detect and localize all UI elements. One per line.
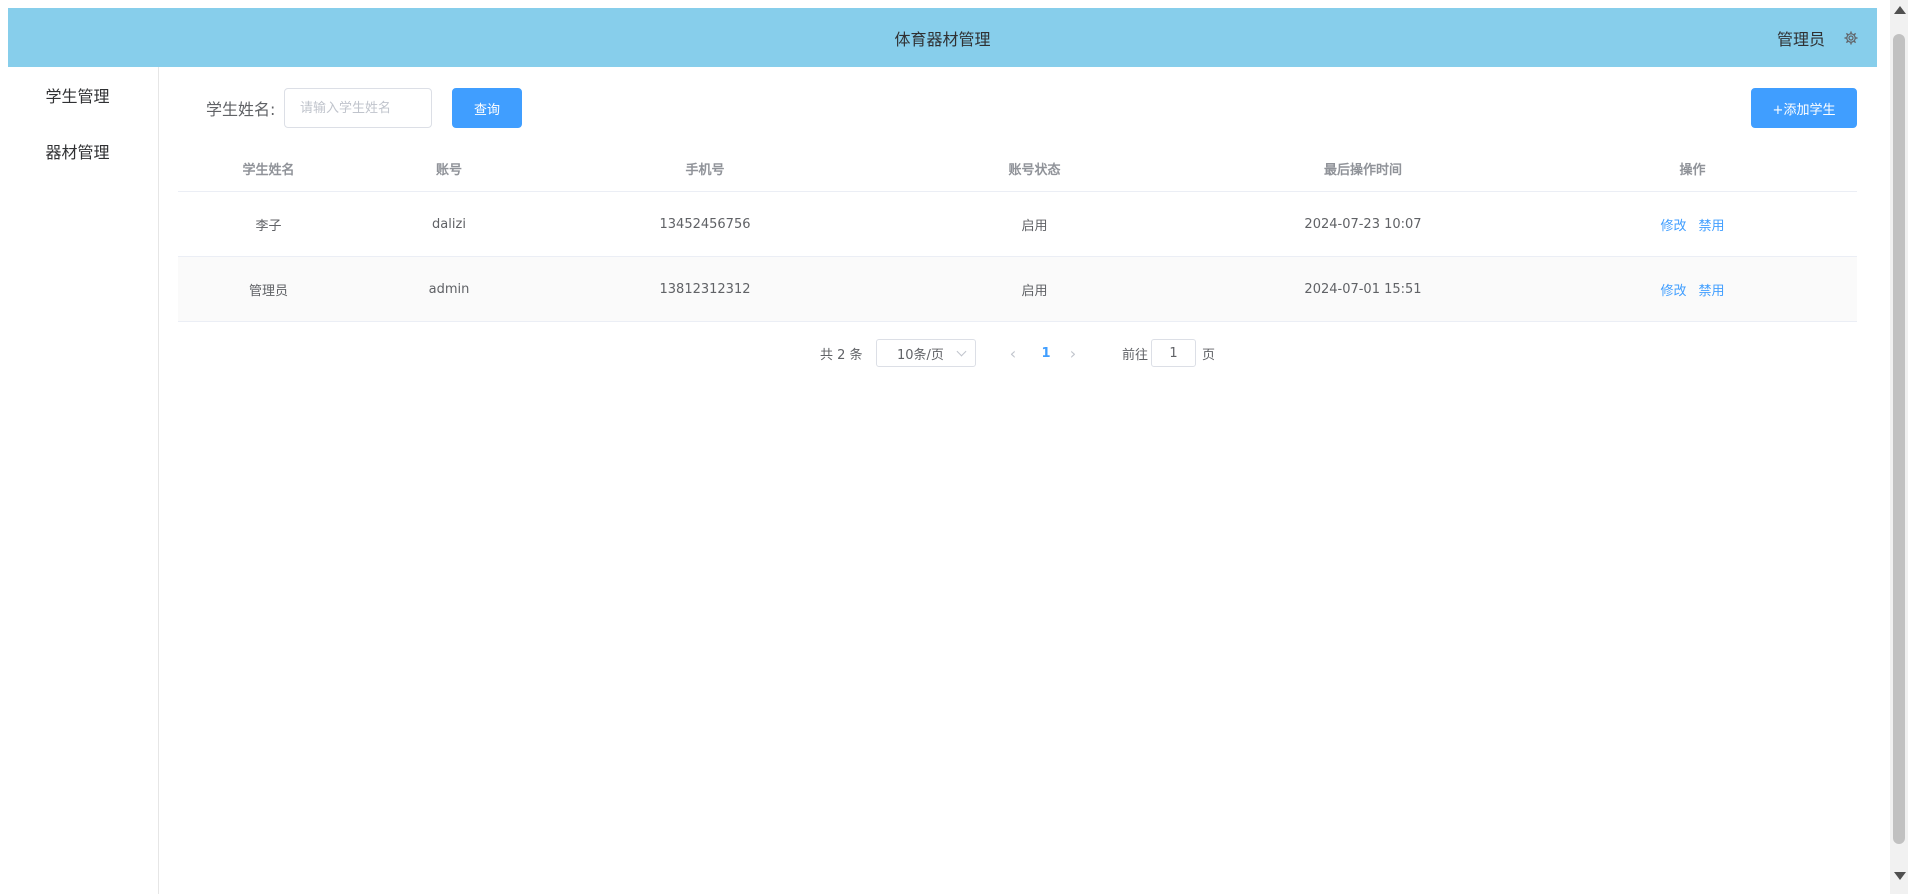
page-unit-label: 页 [1202, 347, 1216, 363]
app-title: 体育器材管理 [894, 29, 991, 49]
disable-link[interactable]: 禁用 [1699, 280, 1725, 299]
column-header-phone: 手机号 [685, 162, 725, 178]
cell-phone: 13812312312 [659, 281, 751, 297]
column-header-actions: 操作 [1679, 162, 1706, 178]
disable-link[interactable]: 禁用 [1699, 215, 1725, 234]
cell-name: 李子 [255, 218, 282, 234]
edit-link[interactable]: 修改 [1660, 280, 1686, 299]
table-row: 管理员 admin 13812312312 启用 2024-07-01 15:5… [178, 257, 1857, 322]
column-header-last-time: 最后操作时间 [1323, 162, 1402, 178]
cell-name: 管理员 [248, 283, 288, 299]
page-number[interactable]: 1 [1036, 339, 1056, 367]
vertical-scrollbar[interactable] [1890, 0, 1908, 894]
students-table: 学生姓名 账号 手机号 账号状态 最后操作时间 操作 李子 dalizi 134… [178, 145, 1857, 322]
next-page-button[interactable]: › [1063, 339, 1083, 367]
column-header-status: 账号状态 [1008, 162, 1061, 178]
cell-status: 启用 [1021, 218, 1048, 234]
scrollbar-thumb[interactable] [1893, 34, 1905, 844]
page-size-select[interactable]: 10条/页 [876, 339, 976, 367]
sidebar-item-equipment[interactable]: 器材管理 [0, 133, 159, 173]
edit-link[interactable]: 修改 [1660, 215, 1686, 234]
goto-label: 前往 [1122, 347, 1149, 363]
table-row: 李子 dalizi 13452456756 启用 2024-07-23 10:0… [178, 192, 1857, 257]
query-button[interactable]: 查询 [452, 88, 522, 128]
gear-icon[interactable] [1843, 30, 1859, 46]
student-name-search-input[interactable] [284, 88, 432, 128]
table-header-row: 学生姓名 账号 手机号 账号状态 最后操作时间 操作 [178, 145, 1857, 192]
top-header: 体育器材管理 管理员 [8, 8, 1877, 67]
user-name[interactable]: 管理员 [1777, 26, 1825, 50]
chevron-down-icon [956, 346, 967, 357]
sidebar: 学生管理 器材管理 [0, 67, 159, 894]
cell-last-time: 2024-07-23 10:07 [1304, 216, 1422, 232]
scroll-up-arrow-icon[interactable] [1894, 6, 1906, 14]
cell-status: 启用 [1021, 283, 1048, 299]
column-header-name: 学生姓名 [242, 162, 295, 178]
scroll-down-arrow-icon[interactable] [1894, 872, 1906, 880]
cell-account: admin [428, 281, 470, 297]
main-content: 学生姓名: 查询 +添加学生 学生姓名 账号 手机号 账号状态 最后操作时间 操… [178, 67, 1858, 894]
goto-page-input[interactable] [1151, 339, 1196, 367]
cell-phone: 13452456756 [659, 216, 751, 232]
search-label: 学生姓名: [206, 100, 276, 119]
cell-actions: 修改 禁用 [1528, 257, 1857, 321]
column-header-account: 账号 [435, 162, 462, 178]
pagination-total: 共 2 条 [820, 347, 863, 363]
page-size-value: 10条/页 [897, 347, 944, 363]
add-student-button[interactable]: +添加学生 [1751, 88, 1857, 128]
cell-account: dalizi [432, 216, 466, 232]
cell-last-time: 2024-07-01 15:51 [1304, 281, 1422, 297]
prev-page-button[interactable]: ‹ [1003, 339, 1023, 367]
pagination: 共 2 条 10条/页 ‹ 1 › 前往 页 [178, 339, 1857, 369]
cell-actions: 修改 禁用 [1528, 192, 1857, 256]
sidebar-item-students[interactable]: 学生管理 [0, 77, 159, 117]
